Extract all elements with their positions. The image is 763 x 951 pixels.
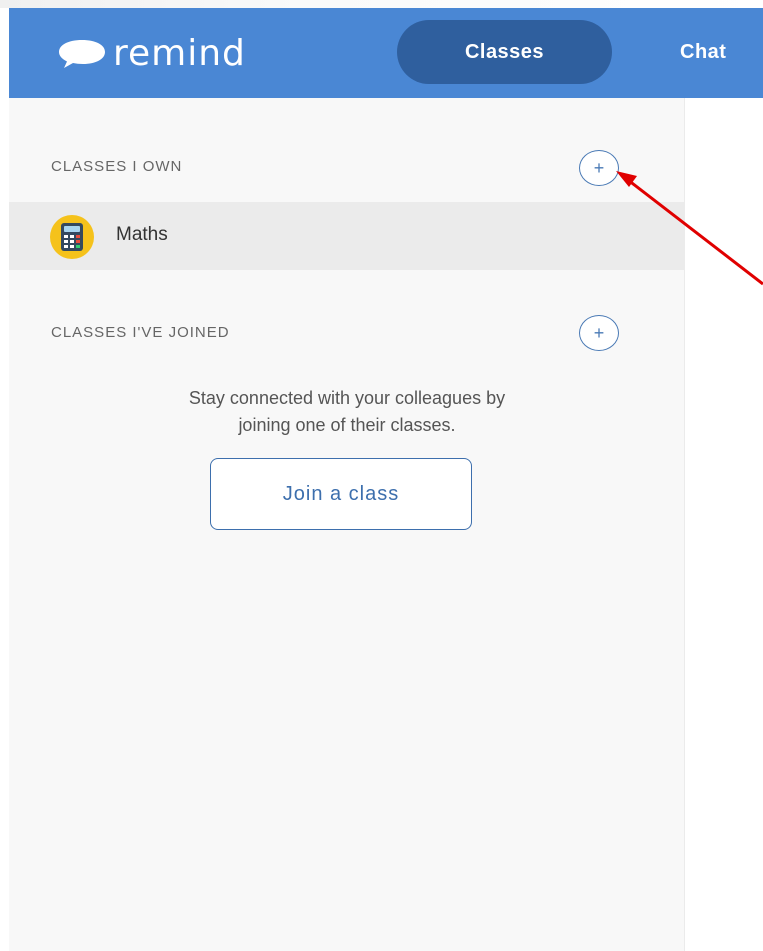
class-name: Maths — [116, 224, 168, 245]
empty-message-line: Stay connected with your colleagues by — [188, 388, 506, 408]
classes-joined-heading: CLASSES I'VE JOINED — [51, 324, 230, 341]
add-owned-class-button[interactable]: + — [579, 150, 619, 186]
window-top-edge — [0, 0, 763, 8]
logo-wordmark: remind — [113, 33, 246, 74]
joined-classes-empty-message: Stay connected with your colleagues by j… — [69, 385, 625, 439]
add-joined-class-button[interactable]: + — [579, 315, 619, 351]
calculator-icon — [50, 215, 94, 259]
empty-message-line: joining one of their classes. — [238, 415, 456, 435]
join-class-button[interactable]: Join a class — [210, 458, 472, 530]
speech-bubble-logo-icon — [59, 40, 105, 68]
plus-icon: + — [593, 158, 605, 178]
tab-classes[interactable]: Classes — [397, 20, 612, 84]
plus-icon: + — [593, 323, 605, 343]
classes-sidebar: CLASSES I OWN + Maths CLASSES I'VE JOINE… — [9, 98, 685, 951]
classes-owned-heading: CLASSES I OWN — [51, 158, 183, 175]
tab-chat[interactable]: Chat — [680, 20, 726, 84]
top-navigation-bar: remind Classes Chat — [9, 8, 763, 98]
remind-logo[interactable]: remind — [57, 34, 246, 74]
class-list-item-maths[interactable]: Maths — [9, 202, 685, 270]
